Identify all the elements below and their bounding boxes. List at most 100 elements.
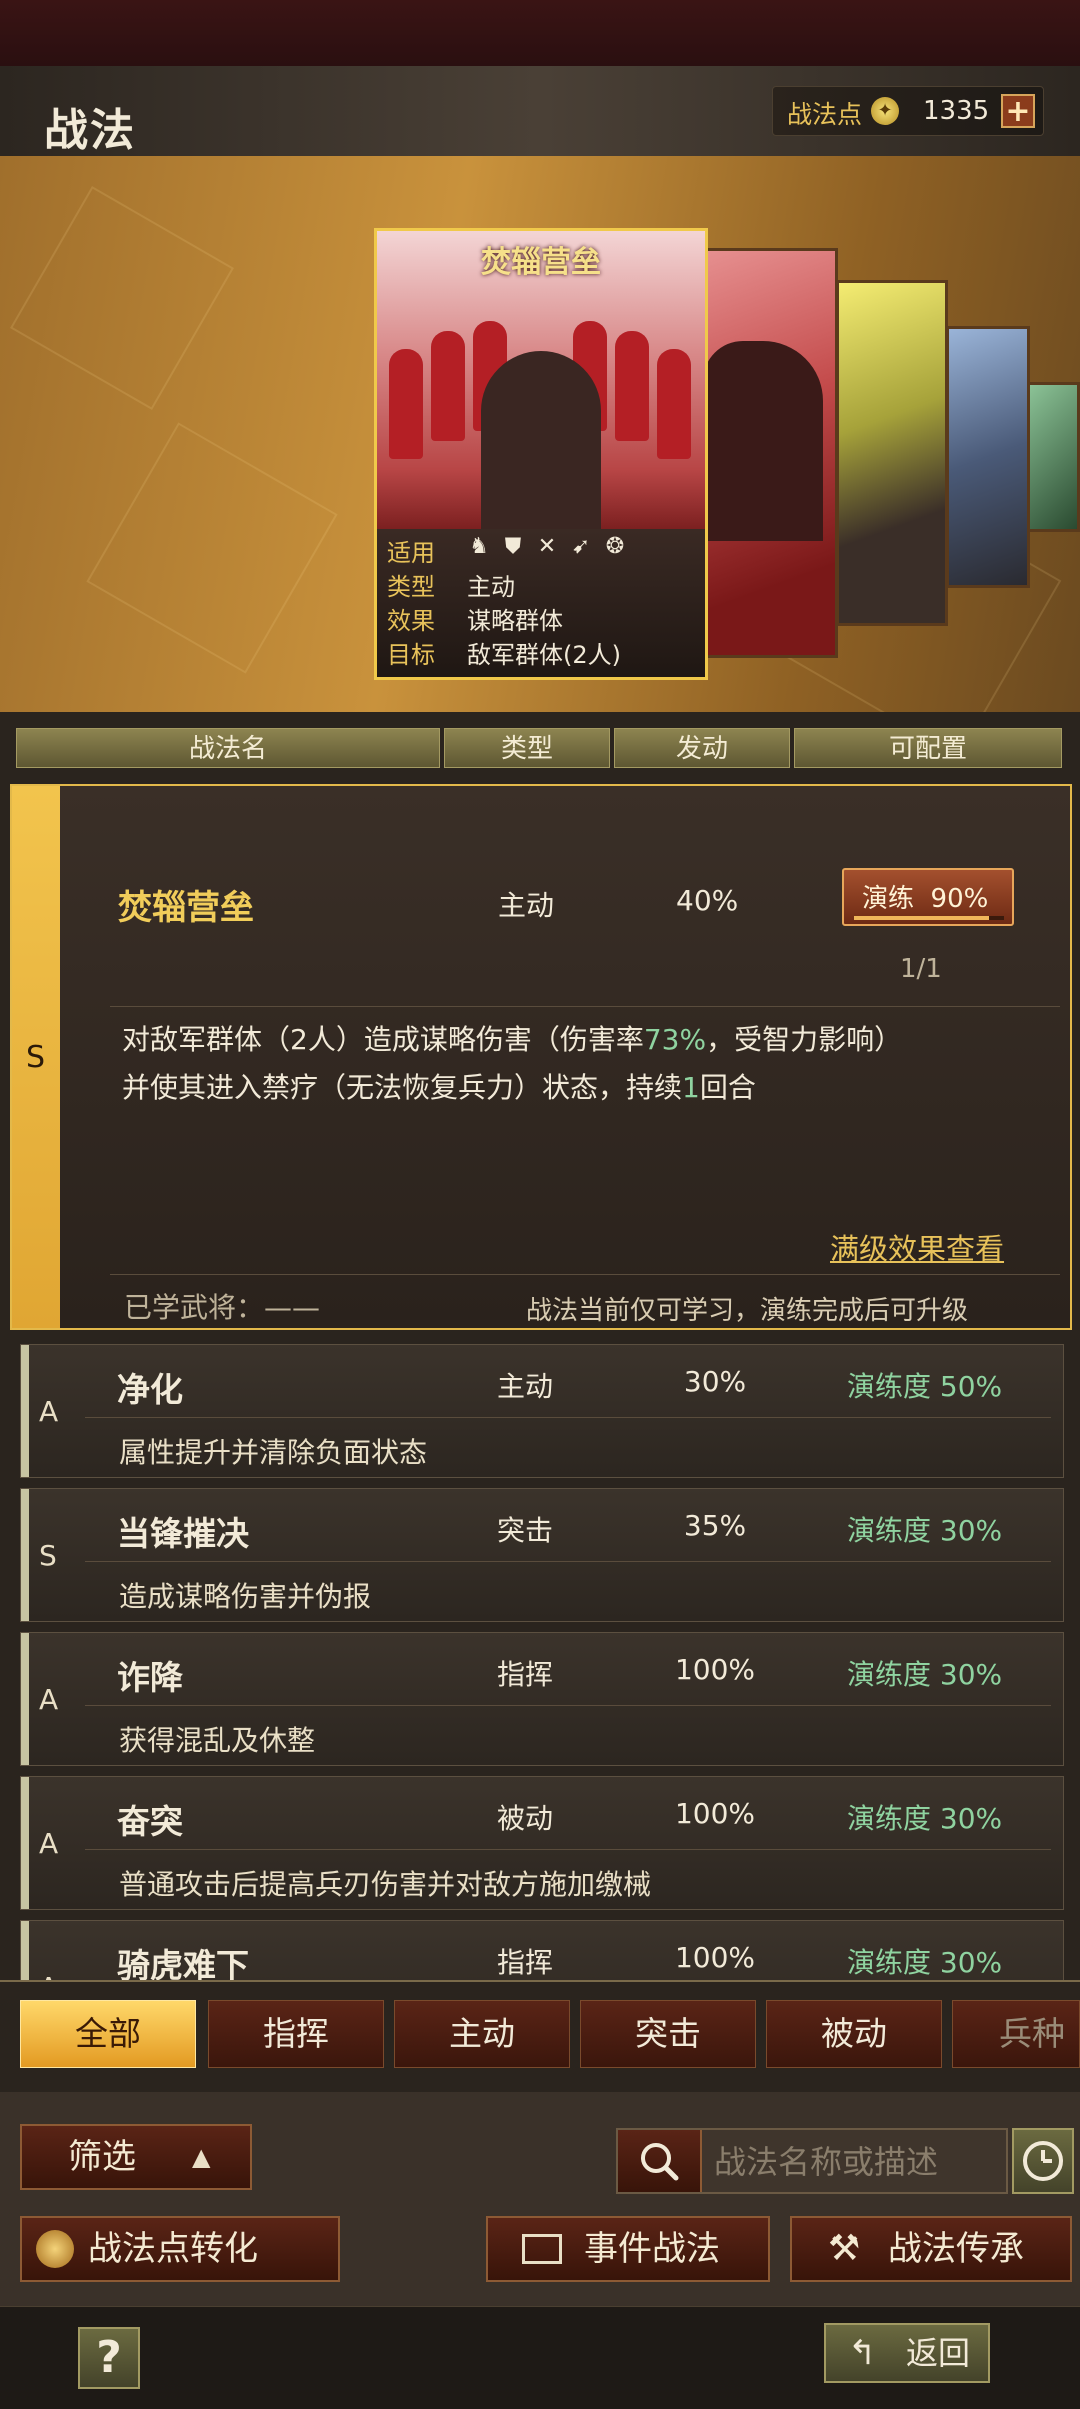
max-level-effect-link[interactable]: 满级效果查看 bbox=[830, 1226, 1004, 1268]
tab-passive[interactable]: 被动 bbox=[766, 2000, 942, 2068]
divider bbox=[110, 1274, 1060, 1275]
tactic-rate: 30% bbox=[683, 1365, 747, 1398]
general-silhouette bbox=[481, 351, 601, 529]
info-value: 敌军群体(2人) bbox=[467, 641, 621, 669]
help-button[interactable]: ? bbox=[78, 2327, 140, 2389]
add-points-button[interactable]: + bbox=[1001, 94, 1035, 128]
spear-icon: ➹ bbox=[571, 534, 591, 559]
filter-button[interactable]: 筛选 ▲ bbox=[20, 2124, 252, 2190]
bottom-controls: 筛选 ▲ 战法点转化 事件战法 ⚒ 战法传承 bbox=[0, 2092, 1080, 2306]
train-progress-bar bbox=[854, 916, 1004, 920]
col-configurable[interactable]: 可配置 bbox=[794, 728, 1062, 768]
col-name[interactable]: 战法名 bbox=[16, 728, 440, 768]
hammer-icon: ⚒ bbox=[828, 2228, 861, 2269]
grade-label: S bbox=[26, 1040, 46, 1075]
tactic-type: 主动 bbox=[497, 1370, 554, 1403]
train-button[interactable]: 演练 90% bbox=[842, 868, 1014, 926]
train-progress-fill bbox=[854, 916, 989, 920]
proficiency: 演练度 30% bbox=[847, 1658, 1003, 1691]
convert-label: 战法点转化 bbox=[88, 2229, 258, 2269]
search-button[interactable] bbox=[618, 2130, 702, 2192]
selected-tactic-card[interactable]: 焚辎营垒 适用 ♞ ⛊ ✕ ➹ ❂ 类型 主动 效果 谋略群体 目标 敌军群体(… bbox=[374, 228, 708, 680]
back-label: 返回 bbox=[906, 2334, 971, 2372]
divider bbox=[110, 1006, 1060, 1007]
filter-label: 筛选 bbox=[68, 2137, 136, 2177]
tab-all[interactable]: 全部 bbox=[20, 2000, 196, 2068]
scroll-icon bbox=[522, 2234, 562, 2264]
divider bbox=[85, 1417, 1051, 1418]
tab-assault[interactable]: 突击 bbox=[580, 2000, 756, 2068]
points-label: 战法点 bbox=[787, 100, 863, 129]
tactic-name: 净化 bbox=[117, 1370, 183, 1409]
tactic-type: 指挥 bbox=[497, 1658, 554, 1691]
shield-icon: ⛊ bbox=[504, 534, 522, 559]
tactic-description: 造成谋略伤害并伪报 bbox=[119, 1580, 372, 1613]
info-value: 主动 bbox=[467, 573, 515, 601]
tactic-type: 突击 bbox=[497, 1514, 554, 1547]
back-button[interactable]: ↰ 返回 bbox=[824, 2323, 990, 2383]
divider bbox=[85, 1849, 1051, 1850]
event-label: 事件战法 bbox=[584, 2229, 720, 2269]
tactic-row[interactable]: A 诈降 指挥 100% 演练度 30% 获得混乱及休整 bbox=[20, 1632, 1064, 1766]
tactic-rate: 35% bbox=[683, 1509, 747, 1542]
info-key: 适用 bbox=[387, 539, 435, 567]
tactic-name: 诈降 bbox=[117, 1658, 183, 1697]
tactic-row[interactable]: S 当锋摧决 突击 35% 演练度 30% 造成谋略伤害并伪报 bbox=[20, 1488, 1064, 1622]
tactic-count: 1/1 bbox=[900, 954, 942, 984]
tactic-type: 被动 bbox=[497, 1802, 554, 1835]
tactic-description: 属性提升并清除负面状态 bbox=[119, 1436, 428, 1469]
grade-label: A bbox=[39, 1683, 59, 1716]
grade-badge: S bbox=[12, 786, 60, 1328]
search-input[interactable] bbox=[712, 2138, 1006, 2186]
info-key: 目标 bbox=[387, 641, 435, 669]
soldier-silhouette bbox=[389, 349, 423, 459]
tactic-rate: 100% bbox=[674, 1941, 756, 1974]
tactic-card-thumb[interactable] bbox=[946, 326, 1030, 588]
proficiency: 演练度 30% bbox=[847, 1514, 1003, 1547]
search-box[interactable] bbox=[616, 2128, 1008, 2194]
tactic-name: 骑虎难下 bbox=[117, 1946, 249, 1980]
divider bbox=[85, 1561, 1051, 1562]
tab-troop[interactable]: 兵种 bbox=[952, 2000, 1080, 2068]
learn-note: 战法当前仅可学习，演练完成后可升级 bbox=[526, 1296, 969, 1326]
tactic-description: 获得混乱及休整 bbox=[119, 1724, 316, 1757]
card-artwork: 焚辎营垒 bbox=[377, 231, 705, 529]
footer: ? ↰ 返回 bbox=[0, 2306, 1080, 2409]
grade-label: A bbox=[39, 1827, 59, 1860]
col-trigger-rate[interactable]: 发动 bbox=[614, 728, 790, 768]
tactic-card-thumb[interactable] bbox=[836, 280, 948, 626]
tactic-description-line2: 并使其进入禁疗（无法恢复兵力）状态，持续1回合 bbox=[122, 1071, 756, 1104]
tactic-points-display: 战法点 ✦ 1335 + bbox=[772, 86, 1044, 136]
tab-active[interactable]: 主动 bbox=[394, 2000, 570, 2068]
event-tactic-button[interactable]: 事件战法 bbox=[486, 2216, 770, 2282]
history-button[interactable] bbox=[1012, 2128, 1074, 2194]
tactic-name: 奋突 bbox=[117, 1802, 183, 1841]
tactic-description: 普通攻击后提高兵刃伤害并对敌方施加缴械 bbox=[119, 1868, 652, 1901]
grade-stripe bbox=[21, 1777, 29, 1909]
inherit-tactic-button[interactable]: ⚒ 战法传承 bbox=[790, 2216, 1072, 2282]
col-type[interactable]: 类型 bbox=[444, 728, 610, 768]
points-value: 1335 bbox=[923, 96, 990, 126]
tactic-list: S 焚辎营垒 主动 40% 演练 90% 1/1 对敌军群体（2人）造成谋略伤害… bbox=[0, 782, 1080, 1980]
info-key: 类型 bbox=[387, 573, 435, 601]
column-header-bar: 战法名 类型 发动 可配置 bbox=[0, 712, 1080, 782]
page-title: 战法 bbox=[44, 105, 136, 156]
selected-tactic-row[interactable]: S 焚辎营垒 主动 40% 演练 90% 1/1 对敌军群体（2人）造成谋略伤害… bbox=[10, 784, 1072, 1330]
soldier-silhouette bbox=[615, 331, 649, 441]
train-label: 演练 90% bbox=[862, 884, 989, 914]
back-arrow-icon: ↰ bbox=[848, 2333, 877, 2373]
card-info: 适用 ♞ ⛊ ✕ ➹ ❂ 类型 主动 效果 谋略群体 目标 敌军群体(2人) bbox=[377, 529, 705, 677]
tactic-card-thumb[interactable] bbox=[700, 248, 838, 658]
info-value: 谋略群体 bbox=[467, 607, 563, 635]
tactic-row[interactable]: A 奋突 被动 100% 演练度 30% 普通攻击后提高兵刃伤害并对敌方施加缴械 bbox=[20, 1776, 1064, 1910]
convert-points-button[interactable]: 战法点转化 bbox=[20, 2216, 340, 2282]
tactic-rate: 100% bbox=[674, 1653, 756, 1686]
proficiency: 演练度 30% bbox=[847, 1946, 1003, 1979]
fire-coin-icon bbox=[36, 2230, 74, 2268]
tab-command[interactable]: 指挥 bbox=[208, 2000, 384, 2068]
tactic-name: 焚辎营垒 bbox=[118, 888, 254, 928]
bg-pattern bbox=[86, 422, 338, 674]
tactic-row[interactable]: A 净化 主动 30% 演练度 50% 属性提升并清除负面状态 bbox=[20, 1344, 1064, 1478]
tactic-row[interactable]: A 骑虎难下 指挥 100% 演练度 30% bbox=[20, 1920, 1064, 1980]
search-icon bbox=[641, 2143, 679, 2181]
